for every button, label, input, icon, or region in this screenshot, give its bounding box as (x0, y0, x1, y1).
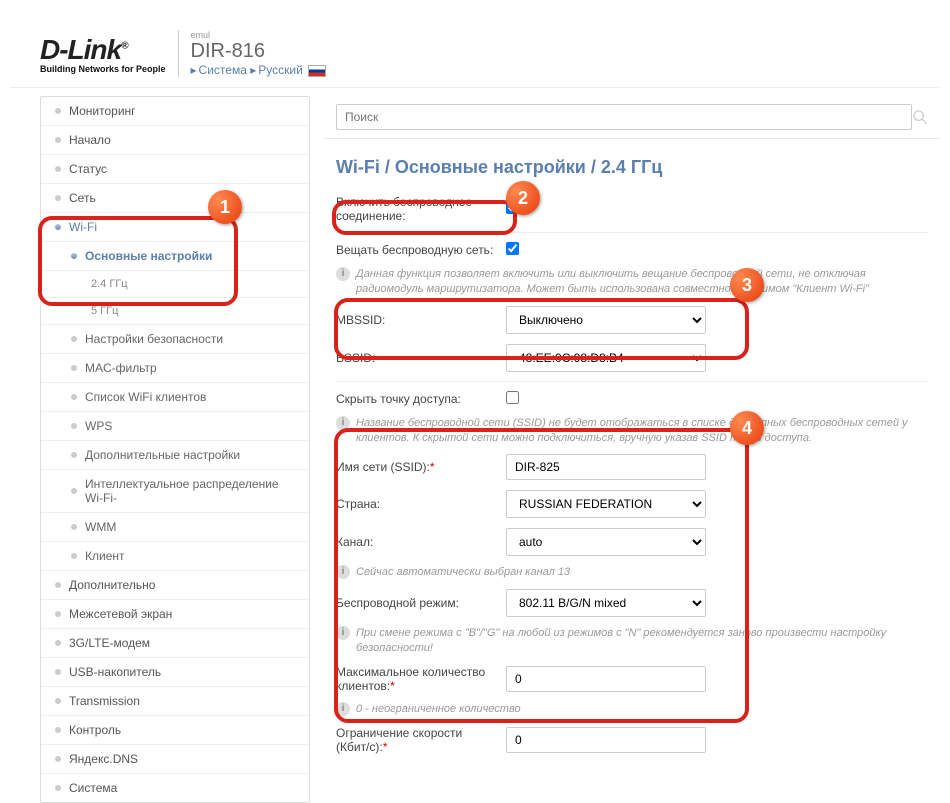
search-icon[interactable] (912, 109, 928, 125)
sidebar-item-5ghz[interactable]: 5 ГГц (41, 298, 309, 325)
breadcrumb-system[interactable]: Система (199, 63, 247, 77)
sidebar-item-wifi[interactable]: Wi-Fi (41, 213, 309, 242)
sidebar-item-firewall[interactable]: Межсетевой экран (41, 600, 309, 629)
model-name: DIR-816 (191, 40, 327, 63)
sidebar-item-yandex-dns[interactable]: Яндекс.DNS (41, 745, 309, 774)
breadcrumb: ▸Система ▸Русский (191, 63, 327, 77)
info-icon: i (336, 626, 350, 640)
callout-3: 3 (730, 268, 764, 302)
info-icon: i (336, 565, 350, 579)
sidebar-item-wps[interactable]: WPS (41, 412, 309, 441)
sidebar-item-network[interactable]: Сеть (41, 184, 309, 213)
sidebar-item-24ghz[interactable]: 2.4 ГГц (41, 271, 309, 298)
sidebar-item-basic-settings[interactable]: Основные настройки (41, 242, 309, 271)
breadcrumb-language[interactable]: Русский (258, 63, 303, 77)
brand-logo: D-Link® (40, 34, 166, 66)
sidebar-item-security[interactable]: Настройки безопасности (41, 325, 309, 354)
page-title: Wi-Fi / Основные настройки / 2.4 ГГц (324, 139, 940, 190)
wireless-mode-note: iПри смене режима с "B"/"G" на любой из … (324, 622, 940, 660)
sidebar-item-system[interactable]: Система (41, 774, 309, 802)
ssid-input[interactable] (506, 454, 706, 480)
enable-wireless-label: Включить беспроводное соединение: (336, 195, 506, 223)
header: D-Link® Building Networks for People emu… (10, 10, 940, 88)
sidebar-item-usb[interactable]: USB-накопитель (41, 658, 309, 687)
sidebar-item-mac-filter[interactable]: MAC-фильтр (41, 354, 309, 383)
ssid-label: Имя сети (SSID):* (336, 460, 506, 474)
hide-ap-note: iНазвание беспроводной сети (SSID) не бу… (324, 412, 940, 450)
sidebar: Мониторинг Начало Статус Сеть Wi-Fi Осно… (40, 96, 310, 803)
callout-2: 2 (506, 181, 540, 215)
hide-ap-label: Скрыть точку доступа: (336, 392, 506, 406)
broadcast-label: Вещать беспроводную сеть: (336, 243, 506, 257)
channel-note: iСейчас автоматически выбран канал 13 (324, 561, 940, 584)
callout-1: 1 (208, 190, 242, 224)
hide-ap-checkbox[interactable] (506, 391, 519, 404)
mbssid-label: MBSSID: (336, 313, 506, 327)
country-label: Страна: (336, 497, 506, 511)
info-icon: i (336, 702, 350, 716)
model-block: emul DIR-816 ▸Система ▸Русский (178, 30, 327, 77)
bssid-select[interactable]: 48:EE:0C:98:D8:B4 (506, 344, 706, 372)
channel-label: Канал: (336, 535, 506, 549)
info-icon: i (336, 416, 350, 430)
sidebar-item-control[interactable]: Контроль (41, 716, 309, 745)
callout-4: 4 (730, 411, 764, 445)
sidebar-item-start[interactable]: Начало (41, 126, 309, 155)
search-bar (324, 96, 940, 139)
sidebar-item-intelligent[interactable]: Интеллектуальное распределение Wi-Fi- (41, 470, 309, 513)
sidebar-item-monitoring[interactable]: Мониторинг (41, 97, 309, 126)
broadcast-note: iДанная функция позволяет включить или в… (324, 263, 940, 301)
flag-icon (308, 65, 326, 77)
sidebar-item-transmission[interactable]: Transmission (41, 687, 309, 716)
sidebar-item-additional-wifi[interactable]: Дополнительные настройки (41, 441, 309, 470)
mbssid-select[interactable]: Выключено (506, 306, 706, 334)
channel-select[interactable]: auto (506, 528, 706, 556)
rate-limit-label: Ограничение скорости (Кбит/c):* (336, 726, 506, 754)
sidebar-item-wifi-clients[interactable]: Список WiFi клиентов (41, 383, 309, 412)
broadcast-checkbox[interactable] (506, 242, 519, 255)
search-input[interactable] (336, 104, 912, 130)
country-select[interactable]: RUSSIAN FEDERATION (506, 490, 706, 518)
sidebar-item-wmm[interactable]: WMM (41, 513, 309, 542)
sidebar-item-client[interactable]: Клиент (41, 542, 309, 571)
info-icon: i (336, 267, 350, 281)
wireless-mode-label: Беспроводной режим: (336, 596, 506, 610)
brand-block: D-Link® Building Networks for People (40, 34, 166, 74)
rate-limit-input[interactable] (506, 727, 706, 753)
emul-label: emul (191, 30, 327, 40)
bssid-label: BSSID: (336, 351, 506, 365)
max-clients-input[interactable] (506, 666, 706, 692)
content-area: Wi-Fi / Основные настройки / 2.4 ГГц Вкл… (310, 96, 940, 803)
sidebar-item-status[interactable]: Статус (41, 155, 309, 184)
wireless-mode-select[interactable]: 802.11 B/G/N mixed (506, 589, 706, 617)
brand-tagline: Building Networks for People (40, 64, 166, 74)
max-clients-note: i0 - неограниченное количество (324, 698, 940, 721)
sidebar-item-3g-lte[interactable]: 3G/LTE-модем (41, 629, 309, 658)
max-clients-label: Максимальное количество клиентов:* (336, 665, 506, 693)
sidebar-item-advanced[interactable]: Дополнительно (41, 571, 309, 600)
